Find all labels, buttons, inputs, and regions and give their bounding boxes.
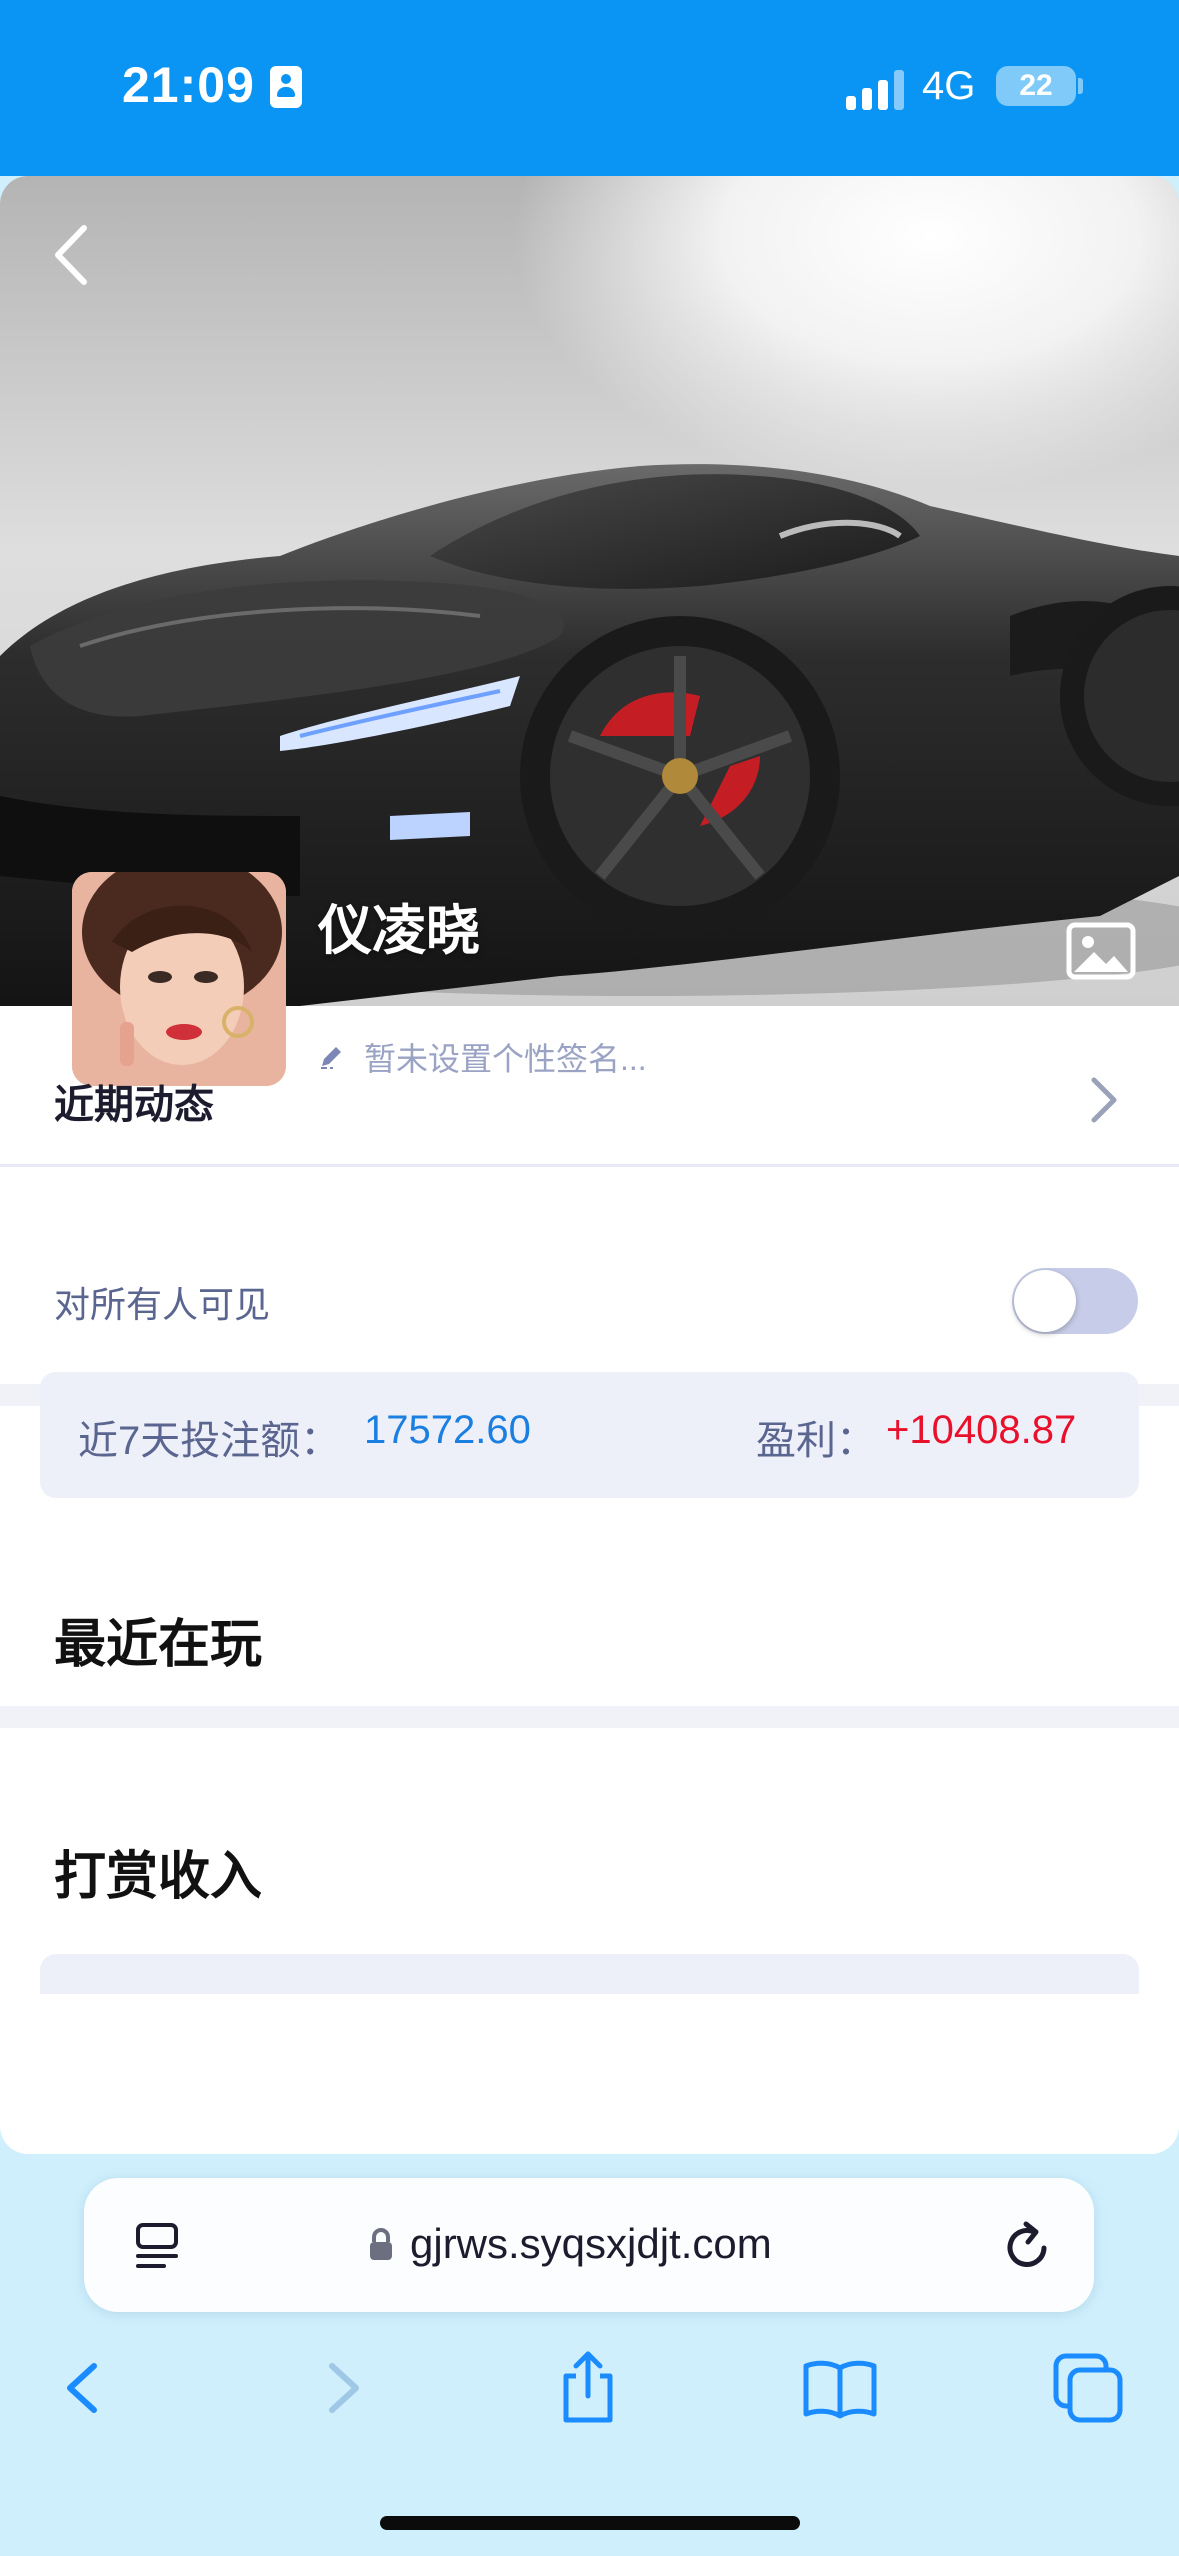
back-chevron-icon — [55, 225, 87, 285]
bookmarks-icon[interactable] — [800, 2348, 880, 2428]
home-indicator — [380, 2516, 800, 2530]
page-menu-icon[interactable] — [134, 2222, 182, 2272]
profit-value: +10408.87 — [886, 1408, 1077, 1452]
tips-income-panel — [40, 1954, 1139, 1994]
back-button[interactable] — [44, 220, 104, 290]
image-icon — [1066, 922, 1136, 980]
battery-cap — [1078, 78, 1083, 94]
network-type: 4G — [922, 64, 976, 108]
battery-icon: 22 — [996, 66, 1076, 106]
tips-income-title: 打赏收入 — [54, 1848, 263, 1906]
signal-icon — [846, 68, 906, 110]
recent-activity-label: 近期动态 — [54, 1083, 214, 1127]
lock-icon — [370, 2228, 392, 2260]
status-time: 21:09 — [122, 57, 255, 113]
contact-card-icon — [270, 66, 302, 108]
visibility-label: 对所有人可见 — [54, 1284, 271, 1325]
visibility-toggle[interactable] — [1012, 1268, 1138, 1334]
profit-label: 盈利： — [756, 1419, 876, 1463]
username: 仪凌晓 — [318, 901, 480, 961]
toggle-knob — [1014, 1270, 1076, 1332]
recently-playing-title: 最近在玩 — [54, 1616, 263, 1674]
battery-level: 22 — [1019, 69, 1053, 102]
reload-icon[interactable] — [998, 2218, 1056, 2276]
change-cover-button[interactable] — [1066, 922, 1136, 980]
url-text[interactable]: gjrws.syqsxjdjt.com — [410, 2220, 772, 2268]
section-gap — [0, 1706, 1179, 1728]
tabs-icon[interactable] — [1048, 2348, 1128, 2428]
browser-back-button[interactable] — [46, 2348, 126, 2428]
chevron-right-icon — [1091, 1077, 1117, 1123]
bet-amount-value: 17572.60 — [364, 1408, 531, 1452]
share-icon[interactable] — [548, 2348, 628, 2428]
browser-forward-button[interactable] — [300, 2348, 380, 2428]
bet-amount-label: 近7天投注额： — [78, 1419, 341, 1463]
